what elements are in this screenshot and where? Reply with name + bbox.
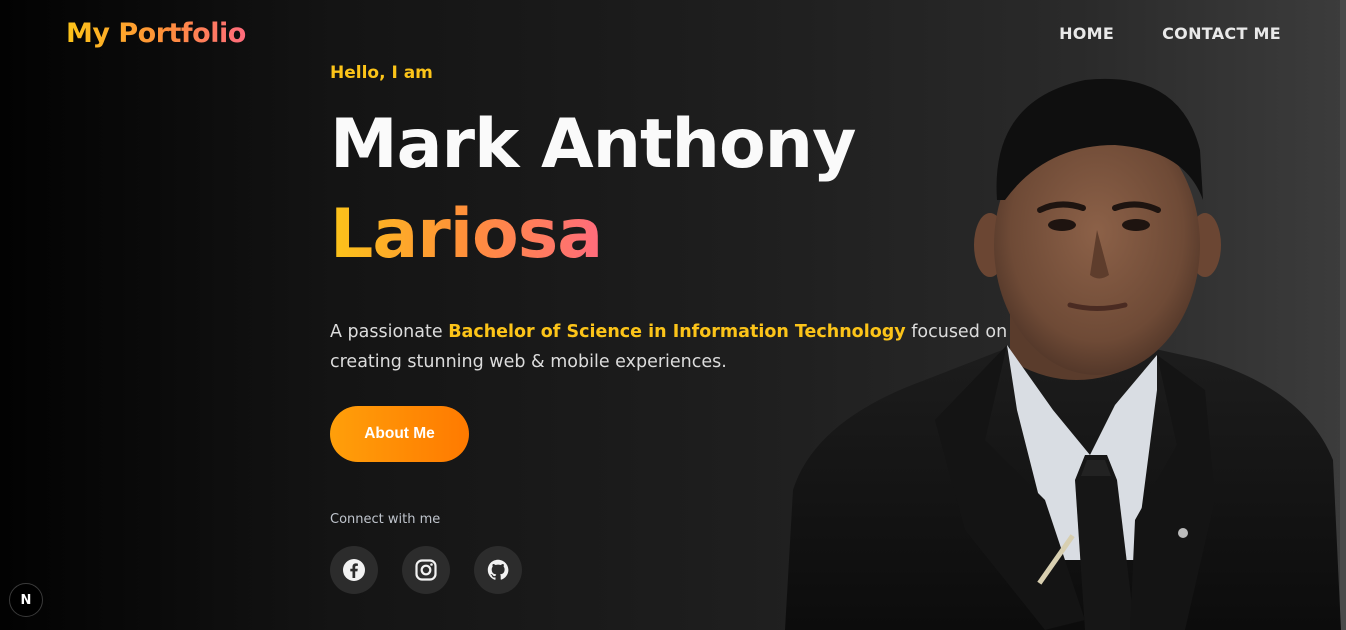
dev-tools-badge[interactable]: N <box>9 583 43 617</box>
hero-greeting: Hello, I am <box>330 63 433 83</box>
facebook-link[interactable] <box>330 546 378 594</box>
github-icon <box>487 559 509 580</box>
github-link[interactable] <box>474 546 522 594</box>
instagram-icon <box>415 559 437 581</box>
desc-prefix: A passionate <box>330 321 449 342</box>
connect-label: Connect with me <box>330 512 441 527</box>
instagram-link[interactable] <box>402 546 450 594</box>
hero-name-first: Mark Anthony <box>330 105 856 184</box>
hero-description: A passionate Bachelor of Science in Info… <box>330 317 1010 377</box>
hero-name-last: Lariosa <box>330 195 603 274</box>
social-links <box>330 546 522 594</box>
site-logo[interactable]: My Portfolio <box>66 18 246 49</box>
facebook-icon <box>343 559 365 581</box>
main-nav: HOME CONTACT ME <box>1059 24 1281 43</box>
nav-contact-link[interactable]: CONTACT ME <box>1162 24 1281 43</box>
desc-highlight: Bachelor of Science in Information Techn… <box>448 321 906 342</box>
nav-home-link[interactable]: HOME <box>1059 24 1114 43</box>
about-me-button[interactable]: About Me <box>330 406 469 462</box>
